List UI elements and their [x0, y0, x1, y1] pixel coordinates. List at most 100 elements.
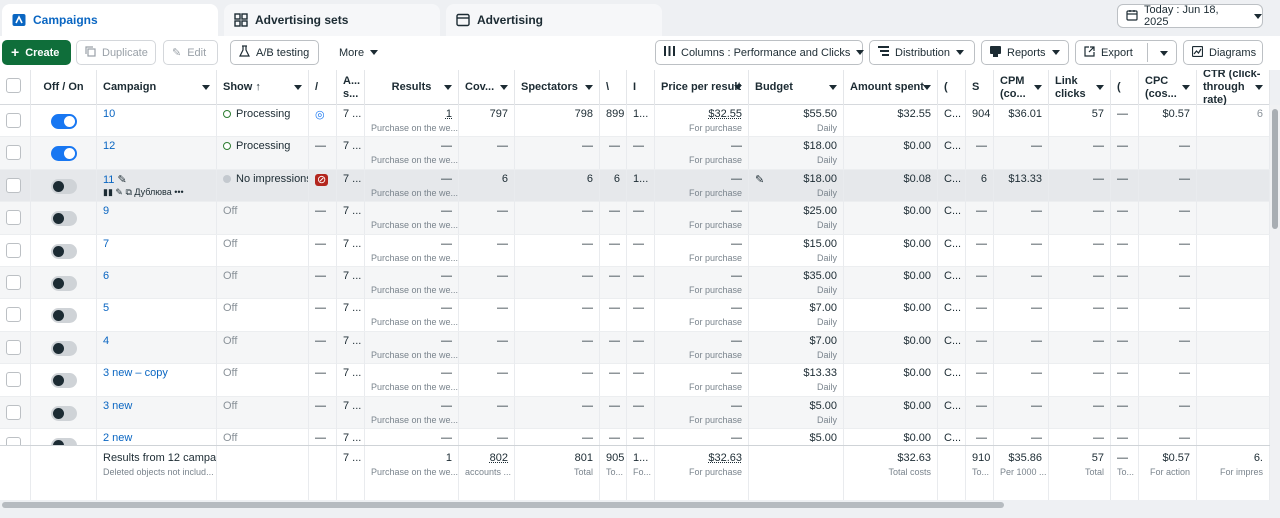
- chevron-down-icon[interactable]: [1182, 85, 1190, 90]
- column-header-link[interactable]: Link clicks: [1049, 70, 1111, 105]
- tab-advertising[interactable]: Advertising: [446, 4, 662, 36]
- campaign-toggle[interactable]: [51, 146, 77, 162]
- table-row[interactable]: 9 Off — 7 ... — Purchase on the we... — — — — — For…: [0, 202, 1270, 235]
- column-header-show[interactable]: Show ↑: [217, 70, 309, 105]
- table-row[interactable]: 4 Off — 7 ... — Purchase on the we... — — — — — For…: [0, 331, 1270, 365]
- chevron-down-icon[interactable]: [585, 85, 593, 90]
- table-row[interactable]: 10 Processing ◎ 7 ... 1 Purchase on the we...…: [0, 105, 1270, 138]
- row-checkbox[interactable]: [6, 372, 21, 388]
- scroll-thumb[interactable]: [1272, 109, 1278, 229]
- campaign-toggle[interactable]: [51, 114, 77, 129]
- tab-campaigns[interactable]: Campaigns: [2, 4, 218, 36]
- chevron-down-icon[interactable]: [444, 85, 452, 90]
- table-row[interactable]: 11 ✎ ▮▮ ✎ ⧉ Дублюва ••• No impressions ⊘ 7 .…: [0, 169, 1270, 203]
- column-header-ctr[interactable]: CTR (click-through rate): [1197, 70, 1270, 105]
- row-checkbox[interactable]: [6, 339, 21, 355]
- campaign-name-link[interactable]: 12: [103, 140, 115, 152]
- row-checkbox[interactable]: [6, 275, 21, 290]
- campaign-name-link[interactable]: 3 new: [103, 400, 132, 412]
- campaign-toggle[interactable]: [51, 308, 77, 324]
- create-button[interactable]: + Create: [2, 40, 71, 65]
- column-header-spectators[interactable]: Spectators: [515, 70, 600, 105]
- row-checkbox[interactable]: [6, 113, 21, 128]
- diagrams-button[interactable]: Diagrams: [1183, 40, 1263, 65]
- column-header-campaign[interactable]: Campaign: [97, 70, 217, 105]
- tab-advertising-sets[interactable]: Advertising sets: [224, 4, 440, 36]
- horizontal-scrollbar[interactable]: [0, 500, 1280, 510]
- export-button[interactable]: Export: [1075, 40, 1177, 65]
- date-picker-button[interactable]: Today : Jun 18, 2025: [1117, 4, 1263, 28]
- column-header-v[interactable]: \: [600, 70, 627, 105]
- ab-testing-button[interactable]: A/B testing: [230, 40, 319, 65]
- vertical-scrollbar[interactable]: [1270, 105, 1280, 500]
- column-header-i[interactable]: I: [627, 70, 655, 105]
- scroll-thumb[interactable]: [2, 502, 1004, 508]
- campaign-name-link[interactable]: 2 new: [103, 432, 132, 444]
- table-row[interactable]: 12 Processing — 7 ... — Purchase on the we...…: [0, 137, 1270, 170]
- column-header-budget[interactable]: Budget: [749, 70, 844, 105]
- edit-budget-icon[interactable]: ✎: [755, 173, 764, 186]
- chevron-down-icon[interactable]: [1160, 51, 1168, 56]
- column-header-c2[interactable]: (: [1111, 70, 1139, 105]
- campaign-toggle[interactable]: [51, 276, 77, 291]
- column-header-cpc[interactable]: CPC (cos...: [1139, 70, 1197, 105]
- column-header-results[interactable]: Results: [365, 70, 459, 105]
- columns-button[interactable]: Columns : Performance and Clicks: [655, 40, 865, 65]
- column-header-s[interactable]: S: [966, 70, 994, 105]
- edit-button[interactable]: ✎ Edit: [163, 40, 218, 65]
- distribution-button[interactable]: Distribution: [869, 40, 975, 65]
- campaign-toggle[interactable]: [51, 211, 77, 227]
- header-select-all[interactable]: [0, 70, 31, 105]
- campaign-name-link[interactable]: 10: [103, 108, 115, 120]
- row-checkbox[interactable]: [6, 145, 21, 161]
- campaign-toggle[interactable]: [51, 405, 77, 421]
- campaign-name-link[interactable]: 5: [103, 302, 109, 314]
- column-header-cpm[interactable]: CPM (co...: [994, 70, 1049, 105]
- table-row[interactable]: 3 new – copy Off — 7 ... — Purchase on the we…: [0, 364, 1270, 397]
- row-checkbox[interactable]: [6, 242, 21, 258]
- more-button[interactable]: More: [330, 40, 386, 65]
- chart-icon[interactable]: ▮▮ ✎ ⧉: [103, 187, 134, 197]
- chevron-down-icon[interactable]: [1034, 85, 1042, 90]
- table-row[interactable]: 5 Off — 7 ... — Purchase on the we... — — — — — For…: [0, 299, 1270, 332]
- chevron-down-icon[interactable]: [294, 85, 302, 90]
- campaign-toggle[interactable]: [51, 178, 77, 194]
- campaign-name-link[interactable]: 3 new – copy: [103, 367, 168, 379]
- column-header-c1[interactable]: (: [938, 70, 966, 105]
- duplicate-button[interactable]: Duplicate: [76, 40, 156, 65]
- chevron-down-icon[interactable]: [829, 85, 837, 90]
- campaign-toggle[interactable]: [51, 373, 77, 389]
- table-row[interactable]: 3 new Off — 7 ... — Purchase on the we... — — — —…: [0, 396, 1270, 429]
- campaign-name-link[interactable]: 4: [103, 335, 109, 347]
- reports-button[interactable]: Reports: [981, 40, 1069, 65]
- row-checkbox[interactable]: [6, 404, 21, 420]
- table-row[interactable]: 6 Off — 7 ... — Purchase on the we... — — — — — For…: [0, 267, 1270, 300]
- column-header-coverage[interactable]: Cov...: [459, 70, 515, 105]
- campaign-toggle[interactable]: [51, 243, 77, 259]
- select-all-checkbox[interactable]: [6, 78, 21, 93]
- chevron-down-icon[interactable]: [923, 85, 931, 90]
- row-checkbox[interactable]: [6, 177, 21, 193]
- campaign-name-link[interactable]: 7: [103, 238, 109, 250]
- more-options-icon[interactable]: •••: [172, 187, 183, 197]
- table-row[interactable]: 7 Off — 7 ... — Purchase on the we... — — — — — For…: [0, 234, 1270, 267]
- campaign-name-link[interactable]: 6: [103, 270, 109, 282]
- column-header-attr[interactable]: /: [309, 70, 337, 105]
- column-header-price[interactable]: Price per result: [655, 70, 749, 105]
- chevron-down-icon[interactable]: [202, 85, 210, 90]
- duplicate-action-label[interactable]: Дублюва: [134, 187, 171, 197]
- column-header-onoff[interactable]: Off / On: [31, 70, 97, 105]
- chevron-down-icon[interactable]: [500, 85, 508, 90]
- row-checkbox[interactable]: [6, 210, 21, 226]
- campaign-name-link[interactable]: 9: [103, 205, 109, 217]
- column-header-amount[interactable]: Amount spent: [844, 70, 938, 105]
- chevron-down-icon[interactable]: [1255, 85, 1263, 90]
- chevron-down-icon[interactable]: [1096, 85, 1104, 90]
- row-checkbox[interactable]: [6, 307, 21, 323]
- chevron-down-icon[interactable]: [734, 85, 742, 90]
- column-header-att[interactable]: A... s...: [337, 70, 365, 105]
- pencil-icon[interactable]: ✎: [114, 174, 126, 186]
- coverage-value: —: [497, 237, 508, 250]
- campaign-toggle[interactable]: [51, 340, 77, 356]
- campaign-name-link[interactable]: 11: [103, 174, 114, 186]
